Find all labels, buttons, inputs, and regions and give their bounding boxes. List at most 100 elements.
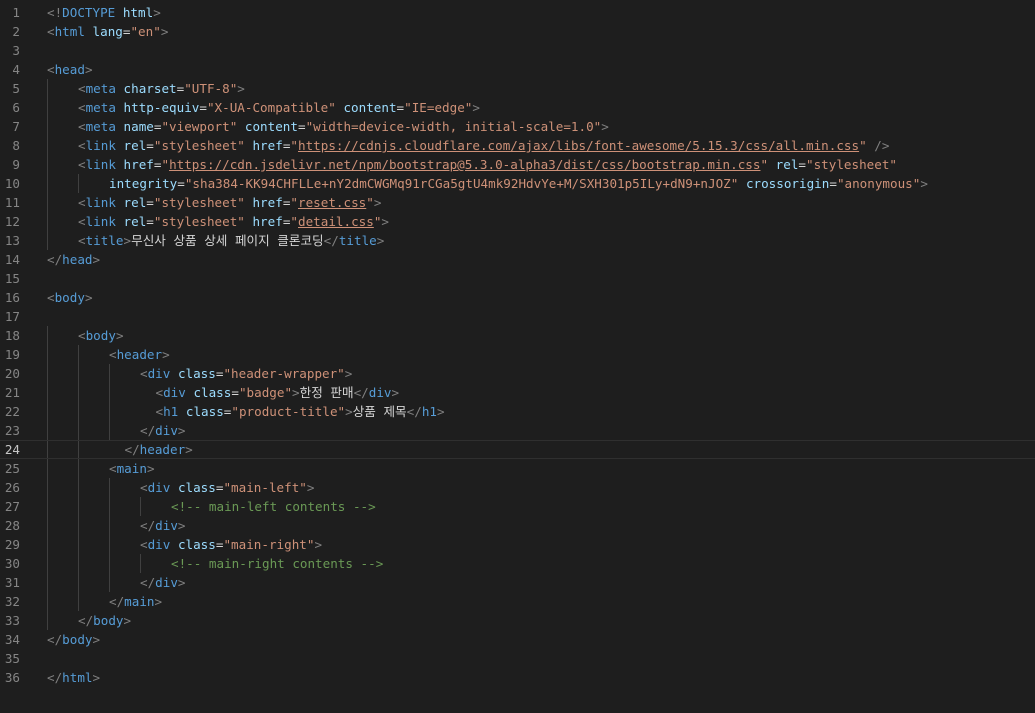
code-text: <body> xyxy=(78,326,124,345)
code-line[interactable]: 35 xyxy=(0,649,1035,668)
code-line[interactable]: 13 <title>무신사 상품 상세 페이지 클론코딩</title> xyxy=(0,231,1035,250)
code-line[interactable]: 22 <h1 class="product-title">상품 제목</h1> xyxy=(0,402,1035,421)
line-number: 15 xyxy=(4,271,20,286)
code-line[interactable]: 23 </div> xyxy=(0,421,1035,440)
code-text: <title>무신사 상품 상세 페이지 클론코딩</title> xyxy=(78,231,384,250)
code-line[interactable]: 27 <!-- main-left contents --> xyxy=(0,497,1035,516)
indent-guide xyxy=(78,441,79,458)
indent-guide xyxy=(78,592,79,611)
code-line[interactable]: 7 <meta name="viewport" content="width=de… xyxy=(0,117,1035,136)
code-line[interactable]: 16 <body> xyxy=(0,288,1035,307)
code-token: div xyxy=(147,366,171,381)
code-line[interactable]: 20 <div class="header-wrapper"> xyxy=(0,364,1035,383)
code-token: class xyxy=(177,366,216,381)
indent-guide xyxy=(78,383,79,402)
code-token: < xyxy=(140,537,148,552)
code-token: <! xyxy=(47,5,63,20)
code-line[interactable]: 6 <meta http-equiv="X-UA-Compatible" cont… xyxy=(0,98,1035,117)
indent-guide xyxy=(47,155,48,174)
code-line[interactable]: 30 <!-- main-right contents --> xyxy=(0,554,1035,573)
code-line[interactable]: 5 <meta charset="UTF-8"> xyxy=(0,79,1035,98)
code-token: < xyxy=(78,233,86,248)
code-text: <link rel="stylesheet" href="https://cdn… xyxy=(78,136,889,155)
code-token: > xyxy=(92,670,101,685)
code-text: <header> xyxy=(109,345,170,364)
code-line[interactable]: 11 <link rel="stylesheet" href="reset.css… xyxy=(0,193,1035,212)
code-line[interactable]: 2 <html lang="en"> xyxy=(0,22,1035,41)
line-number: 6 xyxy=(12,100,20,115)
code-token: < xyxy=(155,385,164,400)
code-token: > xyxy=(376,233,385,248)
code-line[interactable]: 28 </div> xyxy=(0,516,1035,535)
code-line[interactable]: 19 <header> xyxy=(0,345,1035,364)
code-text: <!-- main-right contents --> xyxy=(171,554,383,573)
code-line[interactable]: 24 </header> xyxy=(0,440,1035,459)
code-text: </head> xyxy=(47,250,100,269)
code-line[interactable]: 18 <body> xyxy=(0,326,1035,345)
code-token: main xyxy=(124,594,155,609)
code-token: "en" xyxy=(130,24,161,39)
code-line[interactable]: 32 </main> xyxy=(0,592,1035,611)
code-token: < xyxy=(78,119,86,134)
code-editor[interactable]: 1 <!DOCTYPE html> 2 <html lang="en"> 3 4 <head… xyxy=(0,3,1035,687)
code-line[interactable]: 25 <main> xyxy=(0,459,1035,478)
code-token: http-equiv xyxy=(123,100,200,115)
code-token: "stylesheet" xyxy=(153,138,245,153)
code-token: " xyxy=(290,138,298,153)
line-number: 25 xyxy=(4,461,20,476)
code-line[interactable]: 15 xyxy=(0,269,1035,288)
code-token: < xyxy=(47,62,55,77)
code-token: " xyxy=(161,157,170,172)
indent-guide xyxy=(47,554,48,573)
code-token: > xyxy=(920,176,928,191)
line-number: 13 xyxy=(4,233,20,248)
code-token: > xyxy=(306,480,315,495)
code-token: = xyxy=(297,119,306,134)
code-line[interactable]: 29 <div class="main-right"> xyxy=(0,535,1035,554)
code-token: <!-- main-left contents --> xyxy=(171,499,376,514)
code-token: class xyxy=(185,404,224,419)
code-line[interactable]: 9 <link href = "https://cdn.jsdelivr.net/np… xyxy=(0,155,1035,174)
code-line[interactable]: 34 </body> xyxy=(0,630,1035,649)
code-line[interactable]: 17 xyxy=(0,307,1035,326)
code-token: html xyxy=(54,24,85,39)
code-token: " xyxy=(859,138,867,153)
code-token: /> xyxy=(874,138,890,153)
code-token: </ xyxy=(323,233,339,248)
code-token: < xyxy=(109,347,117,362)
code-token: </ xyxy=(353,385,369,400)
code-line[interactable]: 33 </body> xyxy=(0,611,1035,630)
code-token: > xyxy=(146,461,155,476)
indent-guide xyxy=(140,497,141,516)
code-token: div xyxy=(163,385,186,400)
code-text: </body> xyxy=(47,630,100,649)
code-line[interactable]: 14 </head> xyxy=(0,250,1035,269)
code-line[interactable]: 10 integrity="sha384-KK94CHFLLe+nY2dmCWGM… xyxy=(0,174,1035,193)
code-line[interactable]: 31 </div> xyxy=(0,573,1035,592)
indent-guide xyxy=(47,326,48,345)
indent-guide xyxy=(109,421,110,440)
code-line[interactable]: 26 <div class="main-left"> xyxy=(0,478,1035,497)
code-line[interactable]: 4 <head> xyxy=(0,60,1035,79)
code-text: integrity="sha384-KK94CHFLLe+nY2dmCWGMq9… xyxy=(109,174,928,193)
code-line[interactable]: 3 xyxy=(0,41,1035,60)
line-number: 17 xyxy=(4,309,20,324)
indent-guide xyxy=(109,554,110,573)
code-line[interactable]: 21 <div class="badge">한정 판매</div> xyxy=(0,383,1035,402)
code-token: < xyxy=(78,100,86,115)
code-line[interactable]: 12 <link rel="stylesheet" href="detail.cs… xyxy=(0,212,1035,231)
code-line[interactable]: 8 <link rel="stylesheet" href="https://cd… xyxy=(0,136,1035,155)
code-token: </ xyxy=(140,518,156,533)
code-text: <meta charset="UTF-8"> xyxy=(78,79,245,98)
code-line[interactable]: 1 <!DOCTYPE html> xyxy=(0,3,1035,22)
code-token: "IE=edge" xyxy=(404,100,473,115)
code-token: link xyxy=(85,195,116,210)
line-number: 2 xyxy=(12,24,20,39)
code-token: class xyxy=(177,537,216,552)
line-number: 14 xyxy=(4,252,20,267)
code-token: > xyxy=(84,290,93,305)
code-line[interactable]: 36 </html> xyxy=(0,668,1035,687)
